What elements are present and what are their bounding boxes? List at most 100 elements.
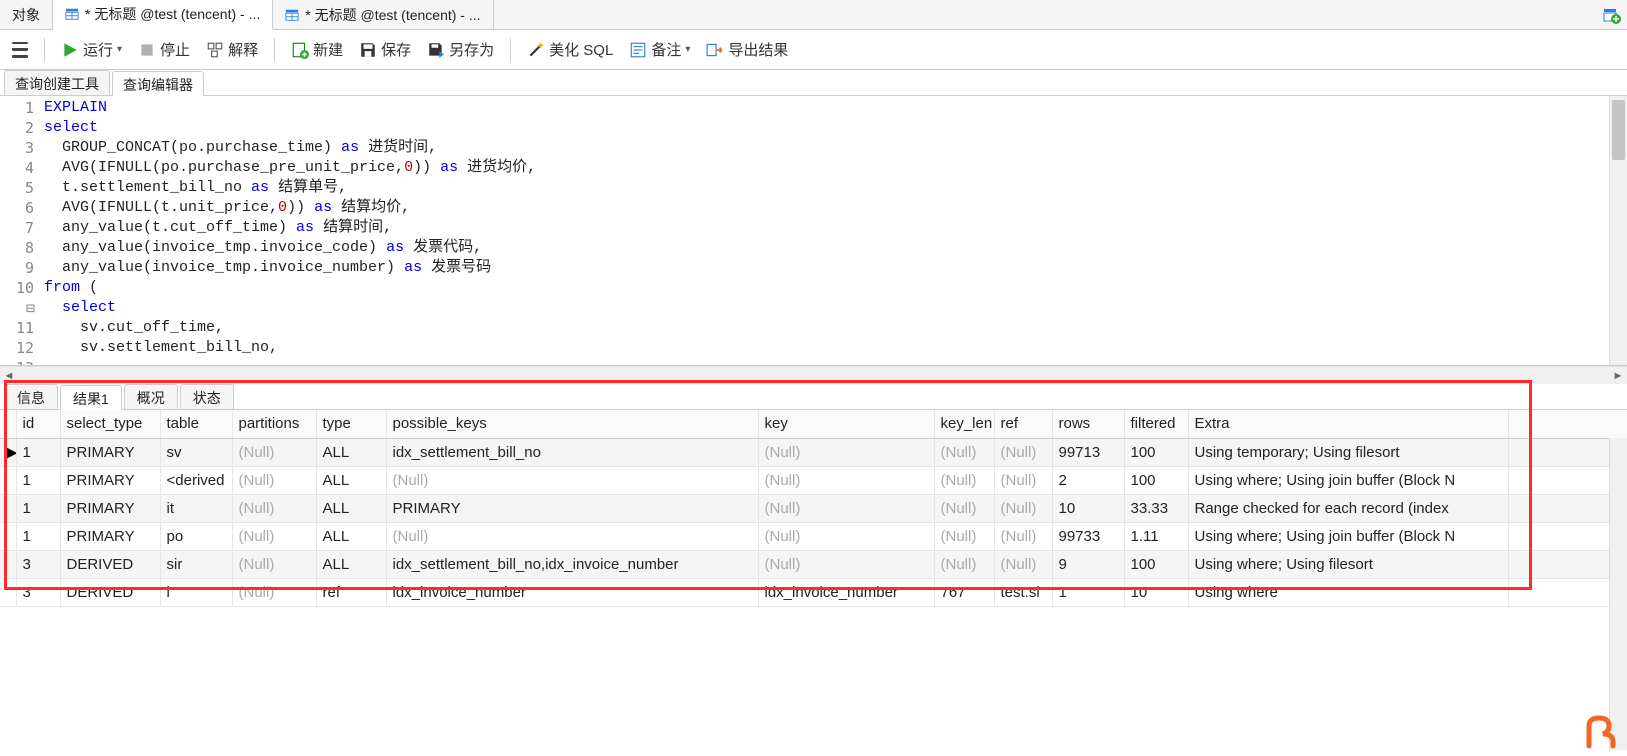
table-row[interactable]: 3DERIVEDsir(Null)ALLidx_settlement_bill_… xyxy=(0,550,1627,578)
add-tab-button[interactable] xyxy=(1597,0,1627,29)
table-cell[interactable]: (Null) xyxy=(758,438,934,466)
column-header[interactable]: filtered xyxy=(1124,410,1188,438)
save-button[interactable]: 保存 xyxy=(353,35,417,64)
beautify-button[interactable]: 美化 SQL xyxy=(521,35,619,64)
column-header[interactable]: key xyxy=(758,410,934,438)
table-cell[interactable]: (Null) xyxy=(758,550,934,578)
table-cell[interactable]: PRIMARY xyxy=(60,438,160,466)
table-cell[interactable]: 3 xyxy=(16,550,60,578)
table-cell[interactable]: (Null) xyxy=(934,550,994,578)
table-cell[interactable]: ALL xyxy=(316,550,386,578)
table-cell[interactable]: <derived xyxy=(160,466,232,494)
tab-result1[interactable]: 结果1 xyxy=(60,385,122,410)
new-button[interactable]: 新建 xyxy=(285,35,349,64)
table-cell[interactable]: (Null) xyxy=(232,578,316,606)
column-header[interactable]: select_type xyxy=(60,410,160,438)
note-button[interactable]: 备注▾ xyxy=(623,35,696,64)
saveas-button[interactable]: 另存为 xyxy=(421,35,500,64)
table-cell[interactable]: (Null) xyxy=(232,522,316,550)
table-cell[interactable]: idx_settlement_bill_no,idx_invoice_numbe… xyxy=(386,550,758,578)
tab-query-1[interactable]: * 无标题 @test (tencent) - ... xyxy=(53,0,273,30)
table-cell[interactable]: PRIMARY xyxy=(60,494,160,522)
table-cell[interactable]: PRIMARY xyxy=(60,466,160,494)
table-cell[interactable]: DERIVED xyxy=(60,578,160,606)
table-cell[interactable]: 99713 xyxy=(1052,438,1124,466)
table-row[interactable]: 1PRIMARY<derived(Null)ALL(Null)(Null)(Nu… xyxy=(0,466,1627,494)
code-area[interactable]: EXPLAINselect GROUP_CONCAT(po.purchase_t… xyxy=(40,96,1609,365)
table-cell[interactable]: (Null) xyxy=(386,522,758,550)
table-cell[interactable]: PRIMARY xyxy=(60,522,160,550)
table-cell[interactable]: (Null) xyxy=(758,522,934,550)
table-cell[interactable]: i xyxy=(160,578,232,606)
table-cell[interactable]: (Null) xyxy=(758,494,934,522)
export-button[interactable]: 导出结果 xyxy=(700,35,794,64)
column-header[interactable]: ref xyxy=(994,410,1052,438)
table-cell[interactable]: po xyxy=(160,522,232,550)
table-cell[interactable]: 1 xyxy=(16,522,60,550)
column-header[interactable]: key_len xyxy=(934,410,994,438)
table-cell[interactable]: (Null) xyxy=(994,550,1052,578)
table-row[interactable]: 1PRIMARYpo(Null)ALL(Null)(Null)(Null)(Nu… xyxy=(0,522,1627,550)
scroll-thumb[interactable] xyxy=(1612,100,1625,160)
table-cell[interactable]: Using temporary; Using filesort xyxy=(1188,438,1508,466)
table-cell[interactable]: (Null) xyxy=(232,550,316,578)
table-cell[interactable]: 2 xyxy=(1052,466,1124,494)
table-cell[interactable]: 100 xyxy=(1124,550,1188,578)
tab-info[interactable]: 信息 xyxy=(4,384,58,409)
table-cell[interactable]: Using where; Using filesort xyxy=(1188,550,1508,578)
table-cell[interactable]: ALL xyxy=(316,522,386,550)
editor-vertical-scrollbar[interactable] xyxy=(1609,96,1627,365)
table-cell[interactable]: ALL xyxy=(316,438,386,466)
grid-vertical-scrollbar[interactable] xyxy=(1609,438,1627,750)
table-cell[interactable]: it xyxy=(160,494,232,522)
table-cell[interactable]: 99733 xyxy=(1052,522,1124,550)
column-header[interactable]: rows xyxy=(1052,410,1124,438)
table-cell[interactable]: idx_settlement_bill_no xyxy=(386,438,758,466)
editor-horizontal-scrollbar[interactable]: ◄ ► xyxy=(0,366,1627,384)
table-cell[interactable]: Using where; Using join buffer (Block N xyxy=(1188,466,1508,494)
table-cell[interactable]: ref xyxy=(316,578,386,606)
table-cell[interactable]: (Null) xyxy=(934,466,994,494)
table-cell[interactable]: ALL xyxy=(316,466,386,494)
tab-query-2[interactable]: * 无标题 @test (tencent) - ... xyxy=(273,0,493,29)
table-cell[interactable]: 10 xyxy=(1124,578,1188,606)
table-cell[interactable]: 1 xyxy=(16,466,60,494)
stop-button[interactable]: 停止 xyxy=(132,35,196,64)
table-cell[interactable]: (Null) xyxy=(232,494,316,522)
table-cell[interactable]: 100 xyxy=(1124,438,1188,466)
table-cell[interactable]: 33.33 xyxy=(1124,494,1188,522)
table-cell[interactable]: 10 xyxy=(1052,494,1124,522)
table-cell[interactable]: (Null) xyxy=(934,522,994,550)
table-row[interactable]: 1PRIMARYit(Null)ALLPRIMARY(Null)(Null)(N… xyxy=(0,494,1627,522)
table-cell[interactable]: (Null) xyxy=(232,438,316,466)
table-cell[interactable]: (Null) xyxy=(994,494,1052,522)
table-cell[interactable]: (Null) xyxy=(994,522,1052,550)
table-cell[interactable]: idx_invoice_number xyxy=(386,578,758,606)
table-cell[interactable]: (Null) xyxy=(994,466,1052,494)
table-cell[interactable]: (Null) xyxy=(232,466,316,494)
table-cell[interactable]: PRIMARY xyxy=(386,494,758,522)
table-cell[interactable]: Using where; Using join buffer (Block N xyxy=(1188,522,1508,550)
table-cell[interactable]: (Null) xyxy=(758,466,934,494)
table-cell[interactable]: 1 xyxy=(1052,578,1124,606)
column-header[interactable]: table xyxy=(160,410,232,438)
table-cell[interactable]: Range checked for each record (index xyxy=(1188,494,1508,522)
table-cell[interactable]: (Null) xyxy=(934,438,994,466)
column-header[interactable]: possible_keys xyxy=(386,410,758,438)
table-cell[interactable]: (Null) xyxy=(994,438,1052,466)
scroll-left-icon[interactable]: ◄ xyxy=(0,370,18,382)
table-cell[interactable]: 1 xyxy=(16,494,60,522)
scroll-right-icon[interactable]: ► xyxy=(1609,370,1627,382)
table-cell[interactable]: test.si xyxy=(994,578,1052,606)
table-cell[interactable]: idx_invoice_number xyxy=(758,578,934,606)
hamburger-menu-icon[interactable] xyxy=(6,36,34,64)
column-header[interactable]: type xyxy=(316,410,386,438)
explain-button[interactable]: 解释 xyxy=(200,35,264,64)
table-row[interactable]: ▶1PRIMARYsv(Null)ALLidx_settlement_bill_… xyxy=(0,438,1627,466)
table-cell[interactable]: DERIVED xyxy=(60,550,160,578)
result-grid[interactable]: idselect_typetablepartitionstypepossible… xyxy=(0,410,1627,607)
table-cell[interactable]: (Null) xyxy=(386,466,758,494)
table-row[interactable]: 3DERIVEDi(Null)refidx_invoice_numberidx_… xyxy=(0,578,1627,606)
column-header[interactable]: id xyxy=(16,410,60,438)
table-cell[interactable]: 767 xyxy=(934,578,994,606)
